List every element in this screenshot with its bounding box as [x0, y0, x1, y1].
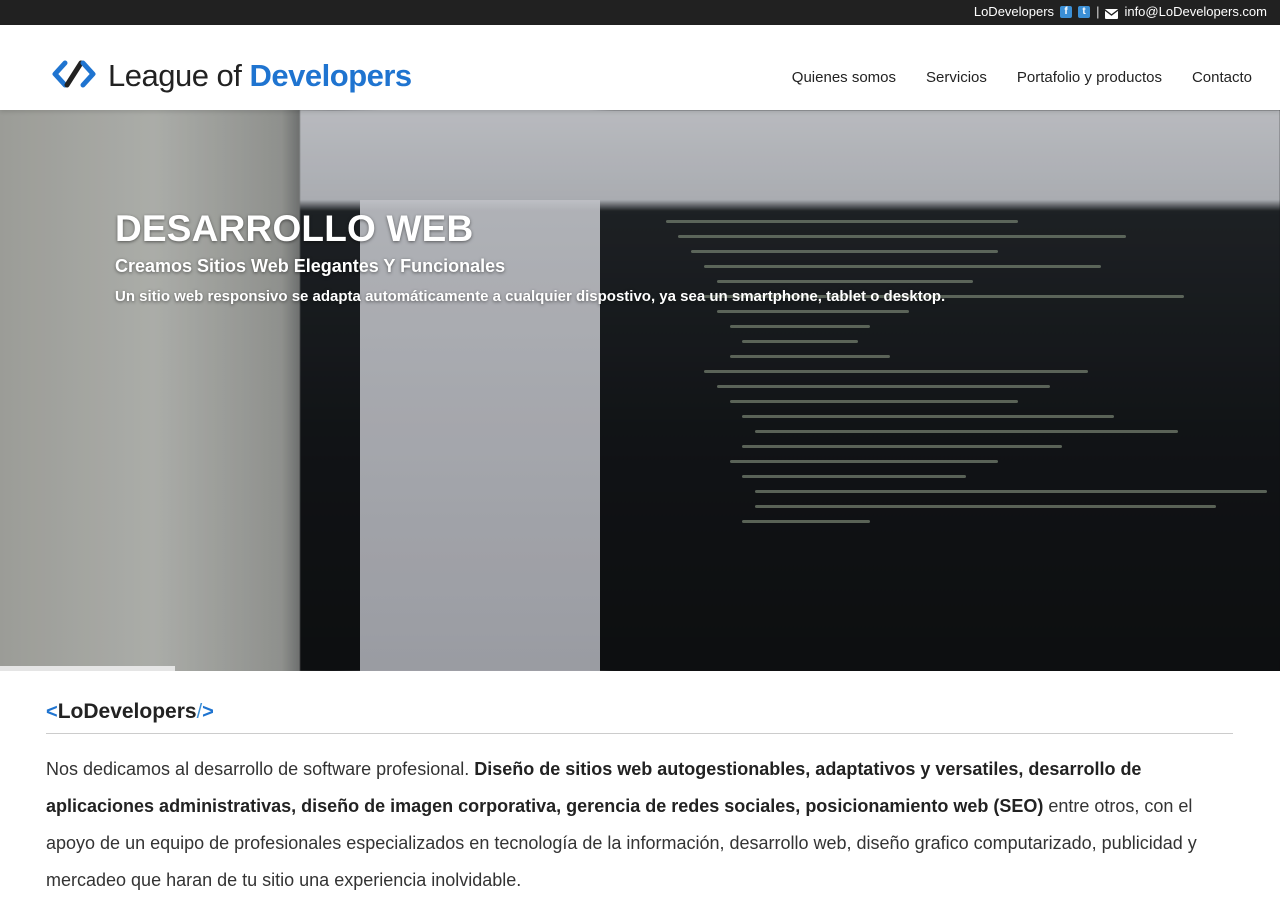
main-nav: Quienes somos Servicios Portafolio y pro…: [792, 69, 1252, 86]
chevron-right-icon: >: [202, 700, 214, 723]
top-bar: LoDevelopers f t | info@LoDevelopers.com: [0, 0, 1280, 25]
about-section: < LoDevelopers / > Nos dedicamos al desa…: [46, 700, 1233, 899]
hero-overlay: [0, 110, 1280, 671]
hero-description: Un sitio web responsivo se adapta automá…: [115, 288, 946, 305]
site-header: League of Developers Quienes somos Servi…: [0, 25, 1280, 110]
section-title-text: LoDevelopers: [57, 700, 197, 723]
nav-contacto[interactable]: Contacto: [1192, 69, 1252, 86]
about-paragraph: Nos dedicamos al desarrollo de software …: [46, 751, 1233, 899]
code-chevrons-icon: [52, 60, 96, 93]
hero-text: DESARROLLO WEB Creamos Sitios Web Elegan…: [115, 208, 945, 305]
nav-servicios[interactable]: Servicios: [926, 69, 987, 86]
hero-slider-indicator: [0, 666, 175, 671]
nav-quienes-somos[interactable]: Quienes somos: [792, 69, 896, 86]
logo-text: League of Developers: [108, 58, 412, 94]
hero-banner: DESARROLLO WEB Creamos Sitios Web Elegan…: [0, 110, 1280, 671]
chevron-left-icon: <: [46, 700, 58, 723]
about-text-intro: Nos dedicamos al desarrollo de software …: [46, 759, 475, 779]
facebook-icon[interactable]: f: [1060, 5, 1073, 18]
top-bar-contact: LoDevelopers f t | info@LoDevelopers.com: [974, 4, 1267, 19]
logo-text-part1: League of: [108, 58, 250, 93]
brand-link[interactable]: LoDevelopers: [974, 4, 1054, 19]
email-link[interactable]: info@LoDevelopers.com: [1124, 4, 1267, 19]
nav-portafolio[interactable]: Portafolio y productos: [1017, 69, 1162, 86]
twitter-icon[interactable]: t: [1078, 5, 1091, 18]
separator: |: [1096, 4, 1100, 19]
logo-text-part2: Developers: [249, 58, 413, 93]
hero-subtitle: Creamos Sitios Web Elegantes Y Funcional…: [115, 256, 506, 276]
site-logo[interactable]: League of Developers: [52, 58, 412, 94]
envelope-icon: [1105, 7, 1119, 19]
section-title: < LoDevelopers / >: [46, 700, 1233, 734]
hero-title: DESARROLLO WEB: [115, 208, 474, 249]
